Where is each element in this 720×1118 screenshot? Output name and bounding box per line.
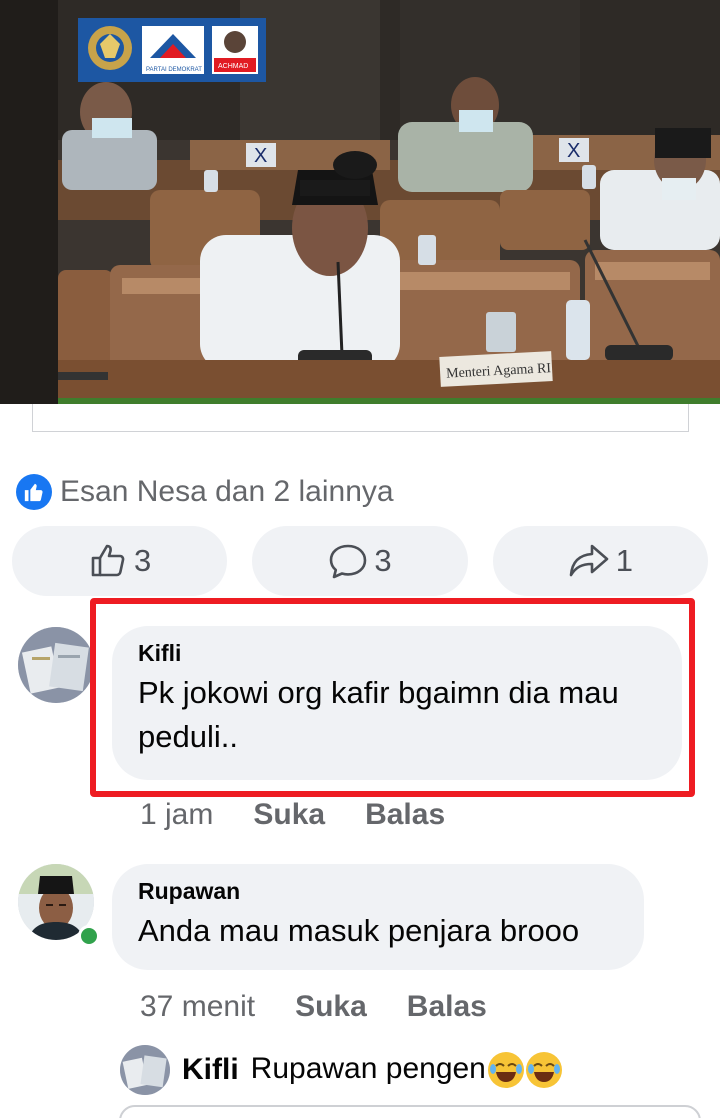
- video-post-card[interactable]: X X X: [0, 0, 720, 432]
- video-frame-image: X X X: [0, 0, 720, 404]
- svg-text:X: X: [567, 140, 580, 162]
- comment-reply-link[interactable]: Balas: [407, 990, 487, 1024]
- avatar-kifli-image: [18, 627, 94, 703]
- comment-reply-link[interactable]: Balas: [365, 798, 445, 832]
- online-status-indicator: [78, 925, 100, 947]
- comment-time[interactable]: 37 menit: [140, 990, 255, 1024]
- avatar[interactable]: [18, 627, 94, 703]
- highlight-annotation-box: [90, 598, 695, 797]
- svg-text:PARTAI DEMOKRAT: PARTAI DEMOKRAT: [146, 67, 202, 73]
- reactions-summary[interactable]: Esan Nesa dan 2 lainnya: [16, 472, 394, 512]
- reactions-text: Esan Nesa dan 2 lainnya: [60, 475, 394, 508]
- comment-meta: 1 jam Suka Balas: [140, 798, 445, 832]
- comment-meta: 37 menit Suka Balas: [140, 990, 487, 1024]
- laughing-emoji-icon: [525, 1052, 562, 1089]
- laughing-emoji-icon: [487, 1052, 524, 1089]
- post-actions: 3 3 1: [12, 526, 708, 596]
- share-button[interactable]: 1: [492, 526, 708, 596]
- thumbs-up-icon: [91, 544, 125, 577]
- comment-bubble[interactable]: Rupawan Anda mau masuk penjara brooo: [112, 864, 644, 970]
- comment-input-outline: [119, 1105, 701, 1118]
- comment-count: 3: [374, 543, 392, 578]
- svg-text:X: X: [254, 145, 267, 167]
- comment-input-bar[interactable]: [0, 1104, 720, 1118]
- comment-author[interactable]: Rupawan: [138, 878, 618, 905]
- comment-like-link[interactable]: Suka: [295, 990, 367, 1024]
- like-button[interactable]: 3: [12, 526, 228, 596]
- share-count: 1: [615, 543, 633, 578]
- comment-button[interactable]: 3: [252, 526, 468, 596]
- comment-like-link[interactable]: Suka: [253, 798, 325, 832]
- comment-time[interactable]: 1 jam: [140, 798, 213, 832]
- reply-preview[interactable]: Kifli Rupawan pengen: [120, 1044, 562, 1096]
- svg-text:ACHMAD: ACHMAD: [218, 63, 248, 70]
- comment-text: Anda mau masuk penjara brooo: [138, 913, 580, 948]
- like-count: 3: [134, 543, 152, 578]
- post-card-frame: [32, 404, 689, 432]
- video-player[interactable]: X X X: [0, 0, 720, 404]
- like-reaction-icon: [16, 474, 52, 510]
- reply-author[interactable]: Kifli: [182, 1053, 239, 1087]
- avatar: [120, 1045, 170, 1095]
- reply-text: Rupawan pengen: [250, 1051, 562, 1089]
- comment-bubble-icon: [330, 544, 367, 579]
- share-arrow-icon: [569, 544, 608, 577]
- avatar-kifli-image: [120, 1045, 170, 1095]
- reply-text-content: Rupawan pengen: [250, 1051, 486, 1085]
